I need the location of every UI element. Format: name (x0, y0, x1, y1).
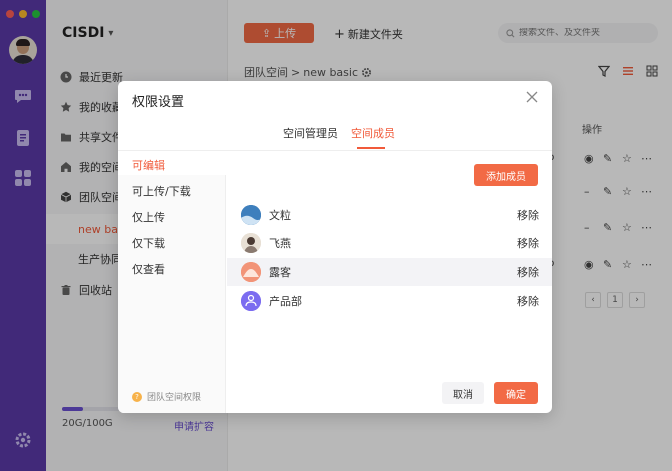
cancel-button[interactable]: 取消 (442, 382, 484, 404)
tab-space-admin[interactable]: 空间管理员 (283, 125, 338, 141)
confirm-button[interactable]: 确定 (494, 382, 538, 404)
member-name: 飞燕 (269, 237, 291, 250)
add-member-button[interactable]: 添加成员 (474, 164, 538, 186)
department-icon (241, 291, 261, 311)
member-avatar (241, 205, 261, 225)
dialog-tabs: 空间管理员 空间成员 (118, 121, 552, 151)
member-name: 露客 (269, 266, 291, 279)
permission-dialog: 权限设置 空间管理员 空间成员 可编辑 可上传/下载 仅上传 仅下载 仅查看 ?… (118, 81, 552, 413)
question-icon: ? (132, 391, 142, 402)
tab-space-members[interactable]: 空间成员 (351, 125, 395, 141)
close-icon[interactable] (526, 91, 538, 103)
dialog-title: 权限设置 (132, 95, 185, 110)
member-row: 文粒 移除 (227, 201, 552, 229)
member-name: 产品部 (269, 295, 302, 308)
permission-view-only[interactable]: 仅查看 (132, 261, 165, 277)
permission-edit[interactable]: 可编辑 (132, 157, 165, 173)
member-row: 产品部 移除 (227, 287, 552, 315)
permission-upload-only[interactable]: 仅上传 (132, 209, 165, 225)
permission-upload-download[interactable]: 可上传/下载 (132, 183, 191, 199)
active-tab-indicator (357, 147, 385, 149)
permission-help[interactable]: ? 团队空间权限 (132, 390, 201, 403)
member-row: 露客 移除 (227, 258, 552, 286)
member-avatar (241, 233, 261, 253)
permission-list: 可编辑 可上传/下载 仅上传 仅下载 仅查看 ? 团队空间权限 (118, 151, 226, 413)
remove-member-button[interactable]: 移除 (517, 264, 539, 280)
permission-help-text: 团队空间权限 (147, 393, 202, 403)
member-row: 飞燕 移除 (227, 229, 552, 257)
app-window: CISDI ▾ 最近更新 我的收藏 共享文件 我的空间 团队空间 new bas… (0, 0, 672, 471)
remove-member-button[interactable]: 移除 (517, 207, 539, 223)
member-name: 文粒 (269, 209, 291, 222)
remove-member-button[interactable]: 移除 (517, 235, 539, 251)
permission-download-only[interactable]: 仅下载 (132, 235, 165, 251)
member-avatar (241, 262, 261, 282)
remove-member-button[interactable]: 移除 (517, 293, 539, 309)
